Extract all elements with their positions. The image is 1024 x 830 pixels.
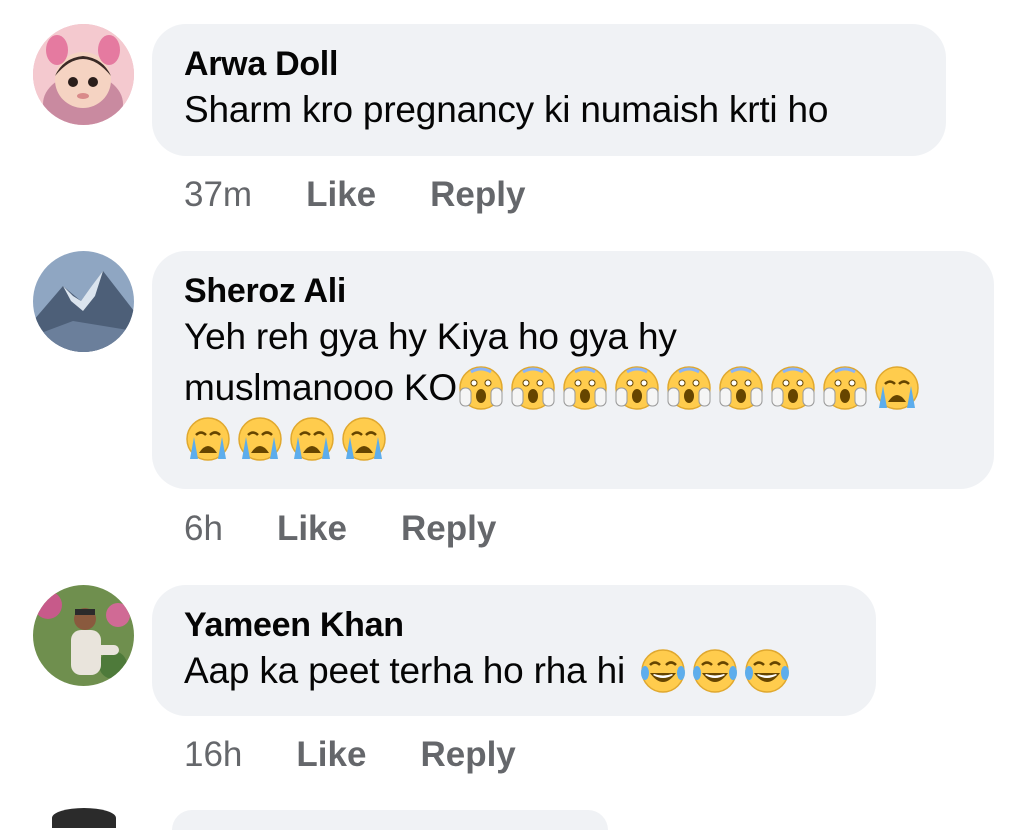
crying-face-icon bbox=[875, 365, 919, 410]
commenter-name[interactable]: Arwa Doll bbox=[184, 44, 914, 84]
face-screaming-icon bbox=[719, 365, 763, 410]
reply-button[interactable]: Reply bbox=[401, 509, 496, 549]
reply-button[interactable]: Reply bbox=[420, 735, 515, 775]
emoji-group bbox=[457, 364, 925, 412]
face-screaming-icon bbox=[511, 365, 555, 410]
comment-timestamp[interactable]: 37m bbox=[184, 175, 252, 215]
emoji-group bbox=[639, 647, 795, 695]
crying-face-icon bbox=[186, 417, 230, 461]
comment-bubble: Yameen Khan Aap ka peet terha ho rha hi bbox=[152, 585, 876, 716]
next-comment-avatar-partial bbox=[52, 808, 116, 828]
comment-text: Sharm kro pregnancy ki numaish krti ho bbox=[184, 89, 829, 130]
like-button[interactable]: Like bbox=[277, 509, 347, 549]
avatar[interactable] bbox=[33, 585, 134, 686]
avatar[interactable] bbox=[33, 251, 134, 352]
face-screaming-icon bbox=[667, 365, 711, 410]
comment-text-line: muslmanooo KO bbox=[184, 362, 962, 413]
avatar-image bbox=[33, 24, 134, 125]
comment-text-line: Aap ka peet terha ho rha hi bbox=[184, 645, 844, 696]
face-screaming-icon bbox=[771, 365, 815, 410]
next-comment-bubble-partial bbox=[172, 810, 608, 830]
emoji-group bbox=[184, 415, 392, 463]
comment-bubble: Arwa Doll Sharm kro pregnancy ki numaish… bbox=[152, 24, 946, 156]
comment-text-fragment: muslmanooo KO bbox=[184, 367, 457, 408]
like-button[interactable]: Like bbox=[306, 175, 376, 215]
face-screaming-icon bbox=[615, 365, 659, 410]
crying-face-icon bbox=[238, 417, 282, 461]
comment-bubble: Sheroz Ali Yeh reh gya hy Kiya ho gya hy… bbox=[152, 251, 994, 489]
commenter-name[interactable]: Sheroz Ali bbox=[184, 271, 962, 311]
laughing-tears-icon bbox=[744, 648, 789, 693]
comment-actions: 16h Like Reply bbox=[184, 735, 516, 775]
crying-face-icon bbox=[342, 417, 386, 461]
avatar[interactable] bbox=[33, 24, 134, 125]
avatar-image bbox=[33, 251, 134, 352]
comment-timestamp[interactable]: 6h bbox=[184, 509, 223, 549]
crying-face-icon bbox=[290, 417, 334, 461]
comment-timestamp[interactable]: 16h bbox=[184, 735, 242, 775]
comment-actions: 37m Like Reply bbox=[184, 175, 525, 215]
reply-button[interactable]: Reply bbox=[430, 175, 525, 215]
avatar-image bbox=[33, 585, 134, 686]
comment-text-line: Yeh reh gya hy Kiya ho gya hy bbox=[184, 316, 677, 357]
face-screaming-icon bbox=[823, 365, 867, 410]
comment-text: Aap ka peet terha ho rha hi bbox=[184, 650, 625, 691]
face-screaming-icon bbox=[459, 365, 503, 410]
laughing-tears-icon bbox=[640, 648, 685, 693]
face-screaming-icon bbox=[563, 365, 607, 410]
comment-actions: 6h Like Reply bbox=[184, 509, 496, 549]
commenter-name[interactable]: Yameen Khan bbox=[184, 605, 844, 645]
like-button[interactable]: Like bbox=[296, 735, 366, 775]
laughing-tears-icon bbox=[692, 648, 737, 693]
comment-text-line bbox=[184, 415, 962, 463]
